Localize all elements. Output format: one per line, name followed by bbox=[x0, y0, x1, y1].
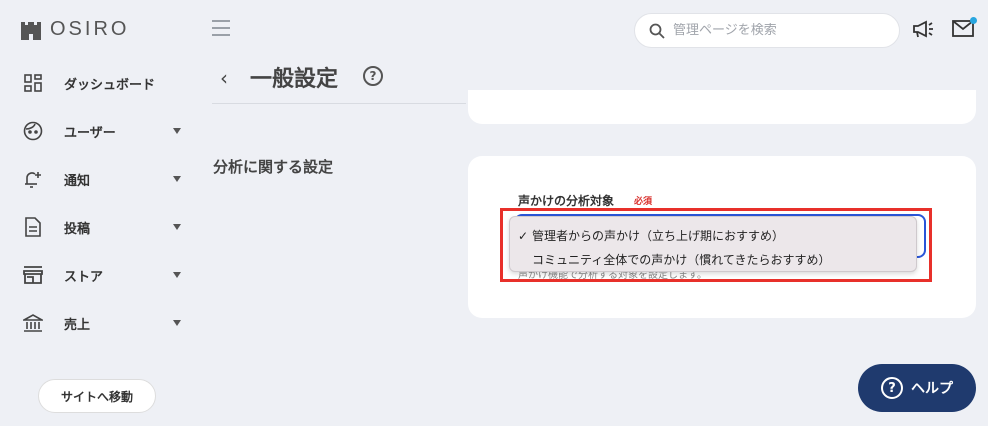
sidebar-item-label: 売上 bbox=[64, 317, 91, 333]
bell-plus-icon bbox=[22, 168, 44, 190]
search-bar[interactable] bbox=[634, 13, 900, 48]
megaphone-icon[interactable] bbox=[912, 20, 934, 42]
logo-text: OSIRO bbox=[50, 18, 130, 40]
sidebar-item-label: ダッシュボード bbox=[64, 77, 156, 93]
question-icon[interactable]: ? bbox=[363, 66, 383, 86]
logo[interactable]: OSIRO bbox=[20, 18, 129, 41]
sidebar-item-label: ユーザー bbox=[64, 125, 116, 141]
store-icon bbox=[22, 264, 44, 286]
notification-dot bbox=[970, 17, 977, 24]
hamburger-icon[interactable] bbox=[212, 20, 230, 41]
help-button[interactable]: ? ヘルプ bbox=[858, 364, 976, 412]
sidebar-item-users[interactable]: ユーザー bbox=[22, 117, 187, 145]
chevron-down-icon bbox=[173, 224, 181, 230]
mail-icon[interactable] bbox=[952, 17, 977, 41]
sidebar: OSIRO ダッシュボード ユーザー 通知 投稿 ストア 売上 サイトへ移動 bbox=[0, 0, 200, 426]
go-to-site-button[interactable]: サイトへ移動 bbox=[38, 379, 156, 413]
required-badge: 必須 bbox=[634, 197, 653, 207]
option-label: 管理者からの声かけ（立ち上げ期におすすめ） bbox=[532, 229, 785, 243]
option-label: コミュニティ全体での声かけ（慣れてきたらおすすめ） bbox=[532, 253, 831, 267]
dropdown-option-admin[interactable]: ✓ 管理者からの声かけ（立ち上げ期におすすめ） bbox=[518, 227, 784, 244]
document-icon bbox=[22, 216, 44, 238]
sidebar-item-label: ストア bbox=[64, 269, 104, 285]
chevron-down-icon bbox=[173, 176, 181, 182]
sidebar-item-dashboard[interactable]: ダッシュボード bbox=[22, 69, 187, 97]
sidebar-item-posts[interactable]: 投稿 bbox=[22, 213, 187, 241]
question-circle-icon: ? bbox=[881, 377, 903, 399]
dropdown-option-community[interactable]: コミュニティ全体での声かけ（慣れてきたらおすすめ） bbox=[518, 251, 831, 268]
page-title: 一般設定 bbox=[250, 67, 339, 92]
section-label: 分析に関する設定 bbox=[213, 158, 334, 176]
chevron-down-icon bbox=[173, 320, 181, 326]
divider bbox=[212, 103, 466, 104]
castle-logo-icon bbox=[21, 21, 41, 40]
help-button-label: ヘルプ bbox=[911, 381, 953, 397]
dashboard-icon bbox=[22, 72, 44, 94]
sidebar-item-store[interactable]: ストア bbox=[22, 261, 187, 289]
sidebar-item-label: 投稿 bbox=[64, 221, 91, 237]
previous-card bbox=[468, 90, 976, 124]
user-face-icon bbox=[22, 120, 44, 142]
back-chevron-icon[interactable]: ‹ bbox=[220, 66, 228, 90]
bank-icon bbox=[22, 312, 44, 334]
sidebar-item-notifications[interactable]: 通知 bbox=[22, 165, 187, 193]
search-input[interactable] bbox=[673, 23, 873, 38]
field-label: 声かけの分析対象 bbox=[518, 194, 615, 208]
dropdown-menu: ✓ 管理者からの声かけ（立ち上げ期におすすめ） コミュニティ全体での声かけ（慣れ… bbox=[509, 216, 917, 272]
sidebar-item-sales[interactable]: 売上 bbox=[22, 309, 187, 337]
sidebar-item-label: 通知 bbox=[64, 173, 91, 189]
search-icon bbox=[649, 23, 665, 39]
chevron-down-icon bbox=[173, 272, 181, 278]
check-icon: ✓ bbox=[518, 228, 529, 243]
chevron-down-icon bbox=[173, 128, 181, 134]
